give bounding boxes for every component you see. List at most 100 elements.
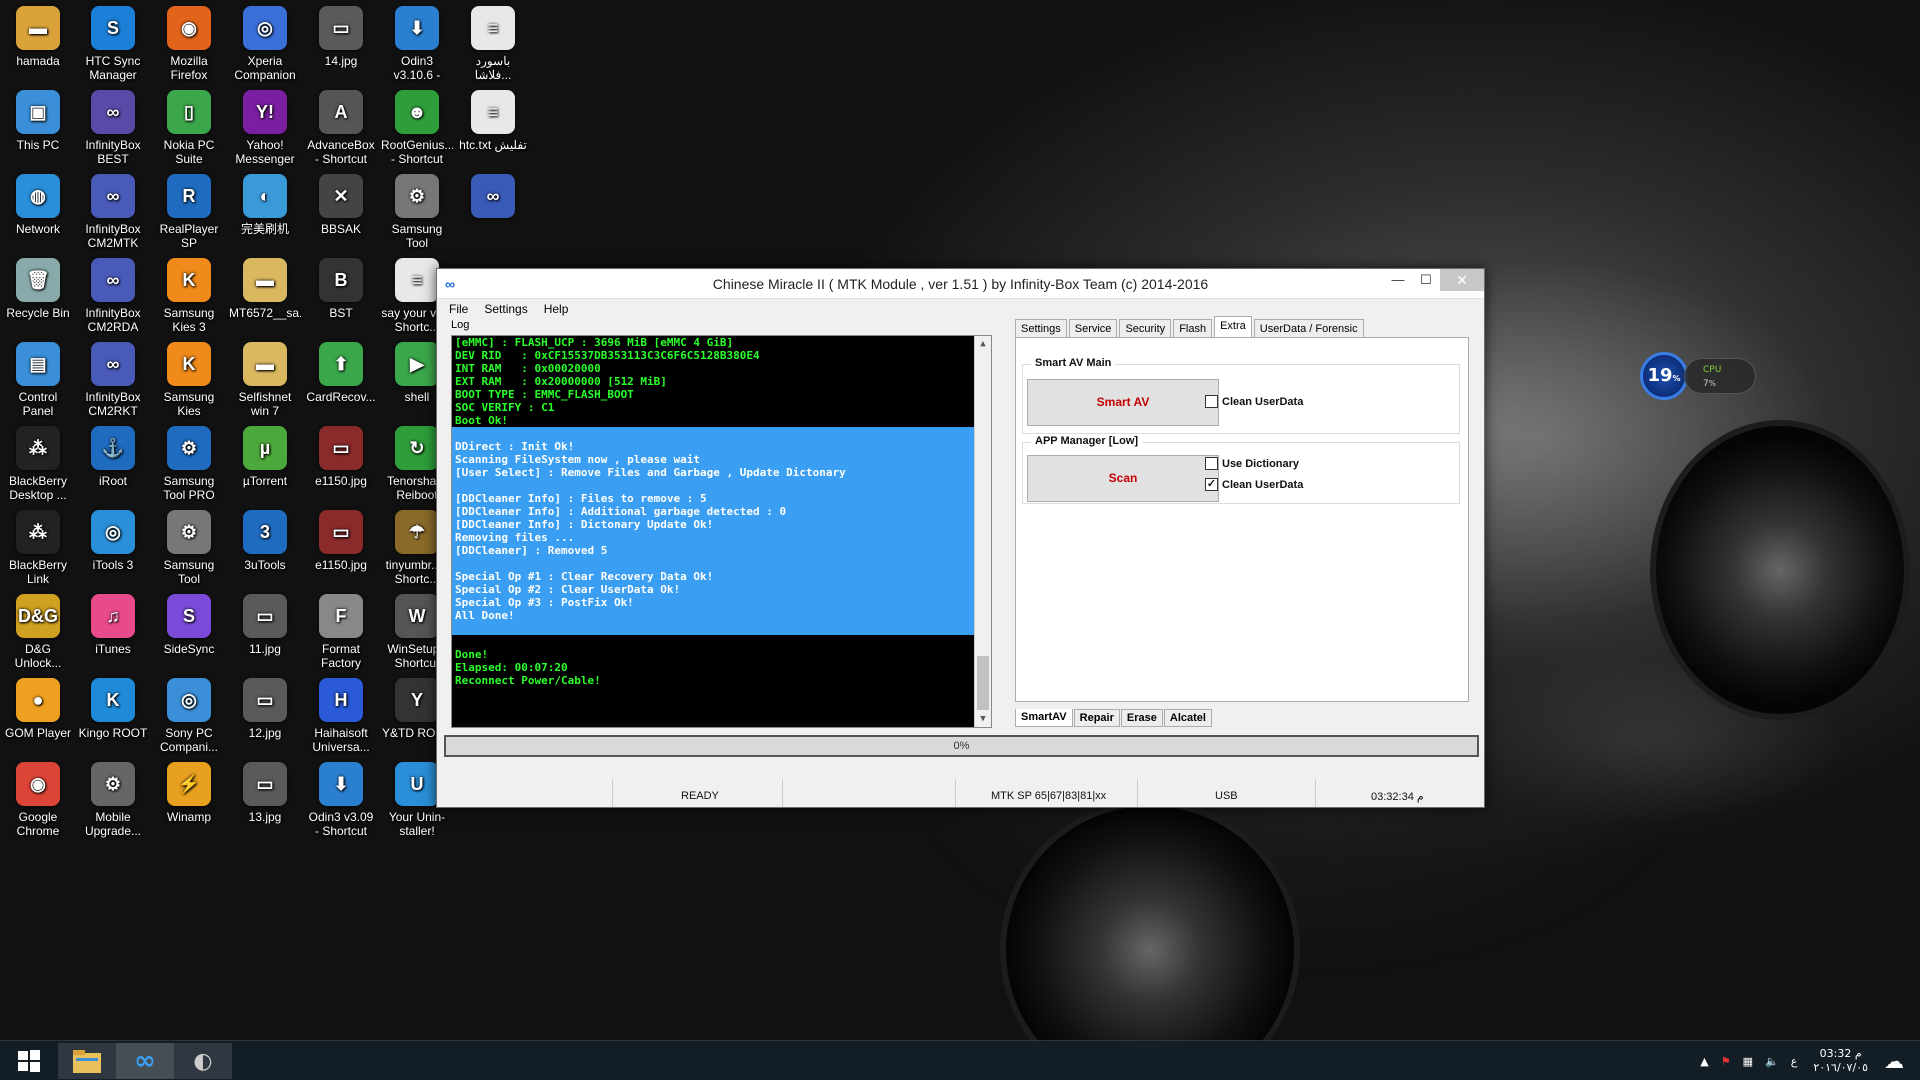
start-icon[interactable] <box>0 1043 58 1079</box>
tab-service[interactable]: Service <box>1068 319 1118 337</box>
close-button[interactable]: ✕ <box>1440 269 1484 291</box>
desktop-shortcut[interactable]: ∞ InfinityBox CM2RDA <box>77 258 149 334</box>
tab-settings[interactable]: Settings <box>1015 319 1067 337</box>
desktop-shortcut[interactable]: µ µTorrent <box>229 426 301 488</box>
desktop-shortcut[interactable]: ⬇ Odin3 v3.10.6 - Shortcut <box>381 6 453 84</box>
desktop-shortcut[interactable]: ≡ باسورد فلاشا... <box>457 6 529 82</box>
desktop-shortcut[interactable]: ≡ htc.txt تفليش <box>457 90 529 152</box>
desktop-shortcut[interactable]: ⚙ Samsung Tool PRO <box>153 426 225 502</box>
window-titlebar[interactable]: ∞ Chinese Miracle II ( MTK Module , ver … <box>437 269 1484 299</box>
desktop-shortcut[interactable]: ∞ InfinityBox CM2RKT <box>77 342 149 418</box>
desktop-shortcut[interactable]: ⚓ iRoot <box>77 426 149 488</box>
desktop-shortcut[interactable]: ⬆ CardRecov... <box>305 342 377 404</box>
desktop-shortcut[interactable]: B BST <box>305 258 377 320</box>
desktop-shortcut[interactable]: 3 3uTools <box>229 510 301 572</box>
desktop-shortcut[interactable]: ▭ e1150.jpg <box>305 426 377 488</box>
desktop-shortcut[interactable]: D&G D&G Unlock... <box>2 594 74 670</box>
scroll-thumb[interactable] <box>977 656 989 710</box>
flag-icon[interactable]: ⚑ <box>1721 1055 1731 1068</box>
subtab-alcatel[interactable]: Alcatel <box>1163 709 1212 727</box>
desktop-shortcut[interactable]: ♫ iTunes <box>77 594 149 656</box>
smart-av-clean-userdata-box[interactable] <box>1205 395 1218 408</box>
desktop-shortcut[interactable]: ◎ Sony PC Compani... <box>153 678 225 754</box>
gom-player-icon: ● <box>16 678 60 722</box>
infinitybox-taskbar-icon[interactable]: ∞ <box>116 1043 174 1079</box>
desktop-shortcut[interactable]: ▣ This PC <box>2 90 74 152</box>
file-explorer-icon[interactable] <box>58 1043 116 1079</box>
desktop-shortcut[interactable]: R RealPlayer SP <box>153 174 225 250</box>
desktop-shortcut[interactable]: ▭ 11.jpg <box>229 594 301 656</box>
minimize-button[interactable]: — <box>1384 269 1412 291</box>
tab-security[interactable]: Security <box>1119 319 1172 337</box>
desktop-shortcut[interactable]: ⚡ Winamp <box>153 762 225 824</box>
app-clean-userdata-checkbox[interactable]: ✓ Clean UserData <box>1205 478 1303 491</box>
desktop-shortcut[interactable]: ∞ <box>457 174 529 222</box>
volume-icon[interactable]: 🔈 <box>1765 1055 1779 1068</box>
menu-help[interactable]: Help <box>544 302 569 316</box>
desktop-shortcut[interactable]: ▬ hamada <box>2 6 74 68</box>
tab-flash[interactable]: Flash <box>1173 319 1213 337</box>
menu-file[interactable]: File <box>449 302 468 316</box>
log-scrollbar[interactable]: ▲ ▼ <box>974 336 991 727</box>
desktop-shortcut[interactable]: H Haihaisoft Universa... <box>305 678 377 754</box>
desktop-shortcut[interactable]: F Format Factory <box>305 594 377 670</box>
smart-av-clean-userdata-checkbox[interactable]: Clean UserData <box>1205 395 1303 408</box>
desktop-shortcut[interactable]: ▭ e1150.jpg <box>305 510 377 572</box>
tool-taskbar-icon[interactable]: ◐ <box>174 1043 232 1079</box>
app-clean-userdata-box[interactable]: ✓ <box>1205 478 1218 491</box>
weather-icon[interactable]: ☁ <box>1884 1049 1904 1073</box>
use-dictionary-checkbox[interactable]: Use Dictionary <box>1205 457 1299 470</box>
desktop-shortcut[interactable]: ⁂ BlackBerry Desktop ... <box>2 426 74 502</box>
desktop-shortcut[interactable]: ⬇ Odin3 v3.09 - Shortcut <box>305 762 377 838</box>
desktop-shortcut[interactable]: ▤ Control Panel <box>2 342 74 418</box>
maximize-button[interactable]: ☐ <box>1412 269 1440 291</box>
subtab-erase[interactable]: Erase <box>1120 709 1163 727</box>
desktop-shortcut[interactable]: K Samsung Kies 3 <box>153 258 225 334</box>
desktop-shortcut[interactable]: ◎ Xperia Companion <box>229 6 301 82</box>
desktop-shortcut[interactable]: K Kingo ROOT <box>77 678 149 740</box>
control-panel-icon: ▤ <box>16 342 60 386</box>
desktop-shortcut[interactable]: ⁂ BlackBerry Link <box>2 510 74 586</box>
subtab-repair[interactable]: Repair <box>1073 709 1120 727</box>
log-output[interactable]: [eMMC] : FLASH_UCP : 3696 MiB [eMMC 4 Gi… <box>451 335 992 728</box>
desktop-shortcut[interactable]: ▬ Selfishnet win 7 <box>229 342 301 418</box>
smart-av-button[interactable]: Smart AV <box>1027 379 1219 426</box>
network-tray-icon[interactable]: ▦ <box>1743 1055 1753 1068</box>
subtab-smartav[interactable]: SmartAV <box>1015 709 1073 727</box>
clock[interactable]: 03:32 م ٢٠١٦/٠٧/٠٥ <box>1813 1047 1868 1075</box>
desktop-shortcut[interactable]: ▭ 12.jpg <box>229 678 301 740</box>
scan-button[interactable]: Scan <box>1027 455 1219 502</box>
desktop-shortcut[interactable]: ☻ RootGenius... - Shortcut <box>381 90 453 166</box>
tab-userdata-forensic[interactable]: UserData / Forensic <box>1253 319 1364 337</box>
desktop-shortcut[interactable]: ⚙ Samsung Tool <box>381 174 453 250</box>
menu-settings[interactable]: Settings <box>484 302 527 316</box>
tray-overflow-arrow[interactable]: ▲ <box>1700 1055 1708 1068</box>
desktop-shortcut[interactable]: ● GOM Player <box>2 678 74 740</box>
desktop-shortcut[interactable]: A AdvanceBox - Shortcut <box>305 90 377 166</box>
desktop-shortcut[interactable]: ✕ BBSAK <box>305 174 377 236</box>
desktop-shortcut[interactable]: ⚙ Samsung Tool <box>153 510 225 586</box>
desktop-shortcut[interactable]: ◐ 完美刷机 <box>229 174 301 236</box>
desktop-shortcut[interactable]: ◉ Mozilla Firefox <box>153 6 225 82</box>
desktop-shortcut[interactable]: ◎ iTools 3 <box>77 510 149 572</box>
desktop-shortcut[interactable]: ⚙ Mobile Upgrade... <box>77 762 149 838</box>
desktop-shortcut[interactable]: S HTC Sync Manager <box>77 6 149 82</box>
desktop-shortcut[interactable]: ∞ InfinityBox BEST <box>77 90 149 166</box>
desktop-shortcut[interactable]: ◍ Network <box>2 174 74 236</box>
language-indicator[interactable]: ع <box>1791 1055 1798 1068</box>
desktop-shortcut[interactable]: ▯ Nokia PC Suite <box>153 90 225 166</box>
desktop-shortcut[interactable]: S SideSync <box>153 594 225 656</box>
desktop-shortcut[interactable]: ▬ MT6572__sa... <box>229 258 301 320</box>
desktop-shortcut[interactable]: ▭ 14.jpg <box>305 6 377 68</box>
desktop-shortcut[interactable]: ▭ 13.jpg <box>229 762 301 824</box>
tab-extra[interactable]: Extra <box>1214 316 1252 337</box>
desktop-shortcut[interactable]: 🗑 Recycle Bin <box>2 258 74 320</box>
scroll-down-icon[interactable]: ▼ <box>975 711 991 727</box>
desktop-shortcut[interactable]: ∞ InfinityBox CM2MTK <box>77 174 149 250</box>
uninstaller-icon: U <box>395 762 439 806</box>
scroll-up-icon[interactable]: ▲ <box>975 336 991 352</box>
desktop-shortcut[interactable]: ◉ Google Chrome <box>2 762 74 838</box>
desktop-shortcut[interactable]: Y! Yahoo! Messenger <box>229 90 301 166</box>
desktop-shortcut[interactable]: K Samsung Kies <box>153 342 225 418</box>
use-dictionary-box[interactable] <box>1205 457 1218 470</box>
